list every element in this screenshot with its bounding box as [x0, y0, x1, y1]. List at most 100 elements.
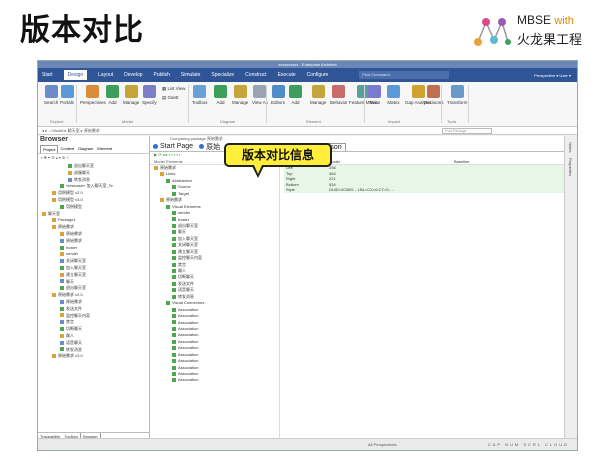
- doc-tab[interactable]: Start Page: [150, 143, 196, 150]
- tree-item-label: hoster: [66, 244, 78, 250]
- browser-tab-project[interactable]: Project: [40, 145, 59, 153]
- ribbon-button-add[interactable]: Add: [214, 85, 227, 105]
- manage-icon: [124, 85, 138, 98]
- menu-design[interactable]: Design: [63, 70, 88, 80]
- tree-item[interactable]: Package1: [38, 217, 150, 224]
- browser-tab-context[interactable]: Context: [58, 145, 76, 153]
- ribbon-button-add[interactable]: Add: [289, 85, 302, 105]
- menu-publish[interactable]: Publish: [154, 72, 170, 78]
- tree-item[interactable]: «testcase» 加入聊天室_Te: [38, 183, 150, 190]
- tree-item[interactable]: 退出聊天室: [38, 163, 150, 170]
- menu-configure[interactable]: Configure: [307, 72, 329, 78]
- ribbon-button-behavior[interactable]: Behavior: [330, 85, 348, 105]
- toolbox-icon: [193, 85, 207, 98]
- element-icon: [60, 252, 64, 257]
- side-tab-properties[interactable]: Properties: [568, 158, 573, 176]
- tree-item[interactable]: 用例模型 v3.0: [38, 197, 150, 204]
- tree-item[interactable]: 退出聊天室: [38, 285, 150, 292]
- tree-item[interactable]: 用例模型: [38, 204, 150, 211]
- tree-item-label: 用例模型 v3.0: [58, 196, 83, 202]
- document-tabs: Start Page原始原始需求Baseline Comparison: [150, 142, 566, 152]
- menu-construct[interactable]: Construct: [245, 72, 266, 78]
- changed-element-icon: [172, 365, 176, 370]
- ribbon-button-matrix[interactable]: Matrix: [387, 85, 400, 105]
- perspective-menu[interactable]: Perspective ▾ User ▾: [534, 73, 571, 78]
- gantt-button[interactable]: ▤ Gantt: [162, 95, 179, 101]
- side-tab-notes[interactable]: Notes: [568, 142, 573, 152]
- ribbon-button-transform[interactable]: Transform: [447, 85, 467, 105]
- tree-item[interactable]: 禁言: [38, 319, 150, 326]
- model-element-label: 聊天: [178, 229, 186, 235]
- package-icon: [52, 225, 56, 230]
- ribbon-button-specify[interactable]: Specify: [142, 85, 157, 105]
- tree-item[interactable]: 加入聊天室: [38, 265, 150, 272]
- menu-simulate[interactable]: Simulate: [181, 72, 200, 78]
- tree-item-label: 原始需求: [66, 237, 82, 243]
- tree-item[interactable]: 监控聊天内容: [38, 313, 150, 320]
- tree-item[interactable]: 语音聊天: [38, 340, 150, 347]
- breadcrumb[interactable]: ◂ ▸ ◦ ⁄ Model ▸ 聊天室 ▸ 原始需求: [42, 128, 100, 133]
- browser-tab-diagram[interactable]: Diagram: [76, 145, 95, 153]
- ribbon-button-manage[interactable]: Manage: [310, 85, 326, 105]
- ribbon-button-toolbox[interactable]: Toolbox: [192, 85, 208, 105]
- ribbon-button-manage[interactable]: Manage: [232, 85, 248, 105]
- menu-specialize[interactable]: Specialize: [211, 72, 234, 78]
- browser-tab-element[interactable]: Element: [95, 145, 114, 153]
- changed-element-icon: [172, 275, 176, 280]
- model-element-row[interactable]: Association: [150, 377, 279, 383]
- tree-item[interactable]: 用例模型 v2.0: [38, 190, 150, 197]
- menu-layout[interactable]: Layout: [98, 72, 113, 78]
- ribbon-button-trace[interactable]: Trace: [368, 85, 381, 105]
- tree-item-label: 语音聊天: [66, 339, 82, 345]
- ribbon-button-label: Portals: [60, 100, 75, 105]
- tree-item[interactable]: 建立聊天室: [38, 272, 150, 279]
- model-element-label: 切断聊天: [178, 274, 194, 280]
- tree-item[interactable]: 原始需求: [38, 299, 150, 306]
- doc-tab[interactable]: 原始: [196, 142, 223, 152]
- ribbon-button-editors[interactable]: Editors: [271, 85, 285, 105]
- tree-item-label: 用例模型: [66, 203, 82, 209]
- model-element-label: Association: [178, 306, 199, 312]
- element-icon: [60, 279, 64, 284]
- tree-item[interactable]: 关闭聊天室: [38, 258, 150, 265]
- browser-toolbar[interactable]: ▪ ✚ ▾ ☰ ▴ ▾ ⊕ ≡: [38, 154, 149, 162]
- element-icon: [60, 245, 64, 250]
- manage-icon: [311, 85, 325, 98]
- tree-item[interactable]: 原始需求 v2.0: [38, 292, 150, 299]
- tree-item-label: 原始需求 v2.0: [58, 292, 83, 298]
- status-perspectives[interactable]: All Perspectives: [368, 439, 396, 450]
- ribbon-button-perspectives[interactable]: Perspectives: [80, 85, 106, 105]
- find-command-input[interactable]: Find Command...: [359, 71, 450, 79]
- tree-item[interactable]: 原始需求: [38, 224, 150, 231]
- list-view-button[interactable]: ▦ List View: [162, 86, 185, 92]
- changed-element-icon: [172, 326, 176, 331]
- ribbon-button-manage[interactable]: Manage: [123, 85, 139, 105]
- tree-item[interactable]: 切断聊天: [38, 326, 150, 333]
- tree-item[interactable]: 踢人: [38, 333, 150, 340]
- tree-item[interactable]: 原始需求: [38, 231, 150, 238]
- menu-develop[interactable]: Develop: [124, 72, 142, 78]
- ribbon-button-portals[interactable]: Portals: [60, 85, 74, 105]
- tree-item[interactable]: sender: [38, 251, 150, 258]
- property-row[interactable]: Style DUID=0C8E0... LBL=CX=0:CY=0; ...: [284, 187, 564, 193]
- ribbon-button-search[interactable]: Search: [44, 85, 58, 105]
- compare-toolbar[interactable]: ▶ ⟳ ◂ ▸ ▪ ▪ ▪ ▪ ▪: [150, 152, 566, 159]
- tree-item[interactable]: 退服聊天: [38, 170, 150, 177]
- menu-start[interactable]: Start: [42, 72, 53, 78]
- ribbon-button-add[interactable]: Add: [106, 85, 119, 105]
- ribbon-group-diagram: Diagram: [220, 119, 236, 124]
- tree-item[interactable]: 原始需求: [38, 238, 150, 245]
- ribbon-button-label: Manage: [232, 100, 249, 105]
- tree-item[interactable]: 转发消息: [38, 347, 150, 354]
- tree-item[interactable]: 发送文件: [38, 306, 150, 313]
- tree-item[interactable]: hoster: [38, 245, 150, 252]
- model-element-label: Target: [178, 190, 190, 196]
- ribbon-separator: [364, 85, 365, 123]
- tree-item[interactable]: 聊天室: [38, 211, 150, 218]
- model-element-label: Association: [178, 377, 199, 383]
- tree-item[interactable]: 聊天: [38, 279, 150, 286]
- find-package-input[interactable]: Find Package: [442, 128, 492, 134]
- menu-execute[interactable]: Execute: [278, 72, 296, 78]
- tree-item-label: 切断聊天: [66, 326, 82, 332]
- tree-item[interactable]: 原始需求 v3.0: [38, 353, 150, 360]
